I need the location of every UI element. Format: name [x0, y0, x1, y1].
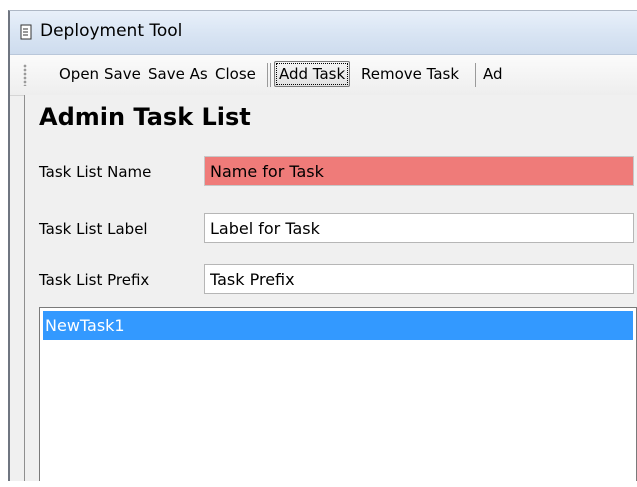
remove-task-button[interactable]: Remove Task: [359, 63, 461, 85]
task-list-label-input[interactable]: [204, 213, 634, 243]
toolbar-separator: [267, 63, 268, 87]
toolbar: Open Save Save As Close Add Task Remove …: [10, 55, 637, 96]
task-list-label-label: Task List Label: [39, 220, 148, 238]
save-button[interactable]: Save: [102, 63, 143, 85]
task-listbox[interactable]: NewTask1: [39, 307, 637, 481]
app-window: Deployment Tool Open Save Save As Close …: [8, 10, 637, 481]
open-button[interactable]: Open: [57, 63, 101, 85]
task-list-prefix-input[interactable]: [204, 264, 634, 294]
task-list-name-input[interactable]: [204, 156, 634, 186]
overflow-toolbar-button[interactable]: Ad: [481, 63, 505, 85]
toolbar-separator: [270, 63, 271, 87]
title-bar[interactable]: Deployment Tool: [10, 11, 637, 55]
desktop-edge: [0, 0, 8, 487]
toolbar-grip[interactable]: [23, 64, 27, 86]
toolbar-separator: [475, 63, 476, 87]
list-item-newtask1[interactable]: NewTask1: [43, 311, 633, 340]
save-as-button[interactable]: Save As: [146, 63, 210, 85]
task-list-prefix-label: Task List Prefix: [39, 271, 150, 289]
page-title: Admin Task List: [39, 103, 251, 131]
window-title: Deployment Tool: [40, 21, 183, 41]
task-list-name-label: Task List Name: [39, 163, 152, 181]
document-icon: [20, 24, 32, 40]
close-button[interactable]: Close: [213, 63, 258, 85]
add-task-button[interactable]: Add Task: [274, 61, 351, 87]
admin-task-list-panel: Admin Task List Task List Name Task List…: [24, 95, 637, 481]
